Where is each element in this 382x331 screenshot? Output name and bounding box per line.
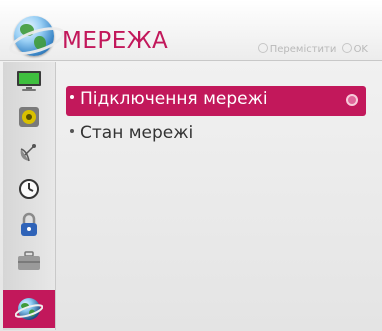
clock-icon — [19, 179, 39, 199]
padlock-icon — [21, 212, 37, 236]
selection-pointer-icon — [346, 94, 358, 106]
menu-item-label: Стан мережі — [80, 123, 194, 143]
sidebar-item-lock[interactable] — [6, 210, 52, 240]
bullet-icon — [70, 95, 74, 99]
ok-hint-icon — [341, 43, 352, 53]
sidebar-item-audio[interactable] — [6, 102, 52, 132]
ok-hint-label: OK — [353, 44, 368, 55]
sidebar — [3, 62, 56, 330]
satellite-dish-icon — [20, 144, 36, 162]
page-title: МЕРЕЖА — [62, 28, 169, 54]
sidebar-item-channels[interactable] — [6, 138, 52, 168]
navigation-hint: Перемістити OK — [256, 43, 368, 55]
tv-settings-screen: МЕРЕЖА Перемістити OK Підключення мережі… — [0, 0, 382, 331]
menu-content: Підключення мережі Стан мережі — [60, 62, 382, 330]
menu-item-label: Підключення мережі — [80, 89, 268, 109]
speaker-icon — [19, 107, 39, 127]
sidebar-item-time[interactable] — [6, 174, 52, 204]
network-globe-icon — [6, 16, 68, 61]
sidebar-item-picture[interactable] — [6, 66, 52, 96]
move-hint-icon — [257, 43, 268, 53]
monitor-icon — [17, 71, 41, 91]
globe-icon — [15, 298, 43, 320]
move-hint-label: Перемістити — [269, 44, 337, 55]
menu-item-network-status[interactable]: Стан мережі — [66, 120, 366, 150]
bullet-icon — [70, 129, 74, 133]
menu-item-network-connection[interactable]: Підключення мережі — [66, 86, 366, 116]
sidebar-item-network[interactable] — [3, 290, 55, 328]
header: МЕРЕЖА Перемістити OK — [0, 0, 382, 61]
sidebar-item-options[interactable] — [6, 246, 52, 276]
briefcase-icon — [18, 251, 40, 270]
